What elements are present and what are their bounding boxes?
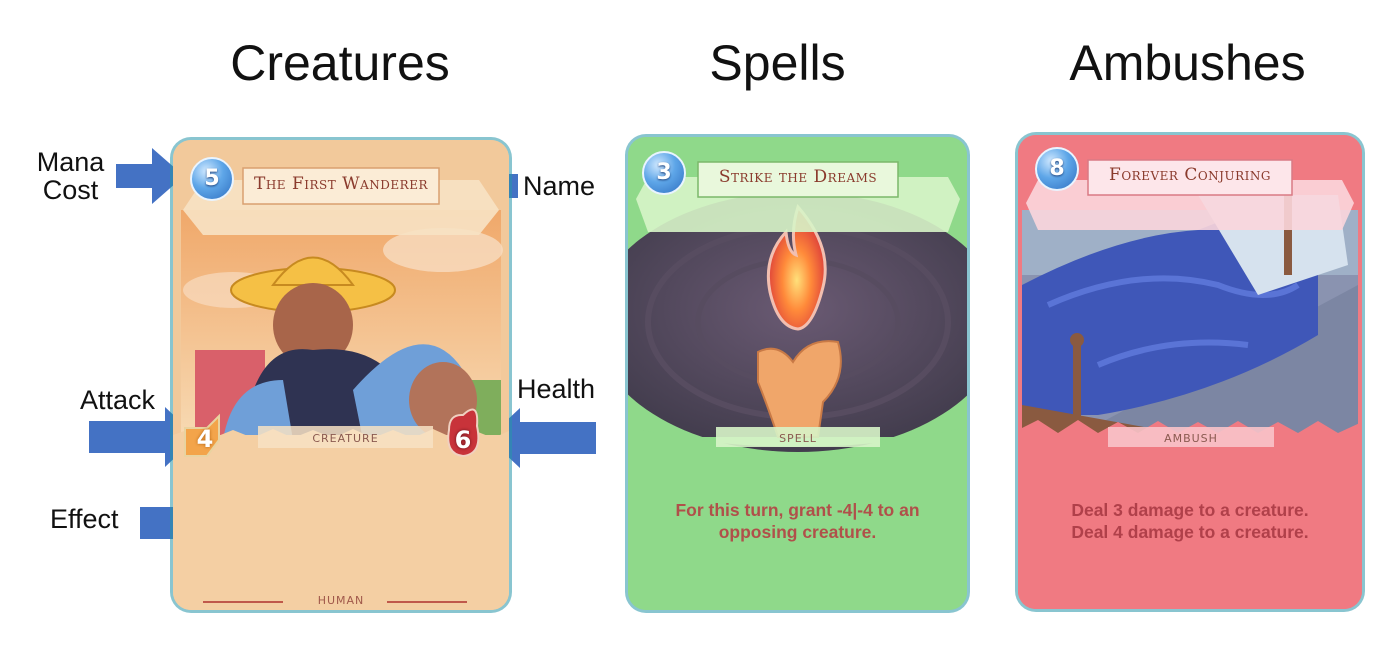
creature-attack-value: 4 bbox=[196, 425, 214, 453]
creature-tribe: HUMAN bbox=[317, 594, 365, 607]
mana-label-line2: Cost bbox=[42, 175, 99, 205]
creature-card-name: The First Wanderer bbox=[253, 174, 429, 194]
ambush-effect-line2: Deal 4 damage to a creature. bbox=[1071, 522, 1309, 542]
mana-label-line1: Mana bbox=[36, 147, 105, 177]
creatures-heading: Creatures bbox=[230, 35, 450, 91]
health-label: Health bbox=[517, 374, 596, 404]
creature-card-art bbox=[173, 140, 509, 610]
ambush-effect-text: Deal 3 damage to a creature. Deal 4 dama… bbox=[1032, 499, 1348, 543]
ambush-card[interactable]: 8 Forever Conjuring AMBUSH Deal 3 damage… bbox=[1018, 135, 1362, 609]
creature-mana-gem: 5 bbox=[190, 157, 234, 201]
mana-cost-label: Mana Cost bbox=[33, 148, 108, 204]
spell-effect-line1: For this turn, grant -4|-4 to an bbox=[675, 500, 920, 520]
spell-mana-gem: 3 bbox=[642, 151, 686, 195]
spell-card[interactable]: 3 Strike the Dreams SPELL For this turn,… bbox=[628, 137, 967, 610]
creature-card[interactable]: 5 The First Wanderer CREATURE 4 6 HUMAN bbox=[173, 140, 509, 610]
ambush-card-type: AMBUSH bbox=[1164, 432, 1218, 445]
creature-health-value: 6 bbox=[454, 426, 472, 454]
ambush-effect-line1: Deal 3 damage to a creature. bbox=[1071, 500, 1309, 520]
name-label: Name bbox=[523, 171, 596, 201]
creature-card-type: CREATURE bbox=[312, 432, 379, 445]
spells-heading: Spells bbox=[709, 35, 846, 91]
spell-effect-text: For this turn, grant -4|-4 to an opposin… bbox=[642, 499, 953, 543]
ambush-mana-gem: 8 bbox=[1035, 147, 1079, 191]
ambushes-heading: Ambushes bbox=[1069, 35, 1306, 91]
spell-card-type: SPELL bbox=[779, 432, 817, 445]
spell-card-name: Strike the Dreams bbox=[718, 167, 878, 187]
spell-effect-line2: opposing creature. bbox=[718, 522, 877, 542]
ambush-card-name: Forever Conjuring bbox=[1109, 165, 1271, 185]
effect-label: Effect bbox=[50, 504, 119, 534]
